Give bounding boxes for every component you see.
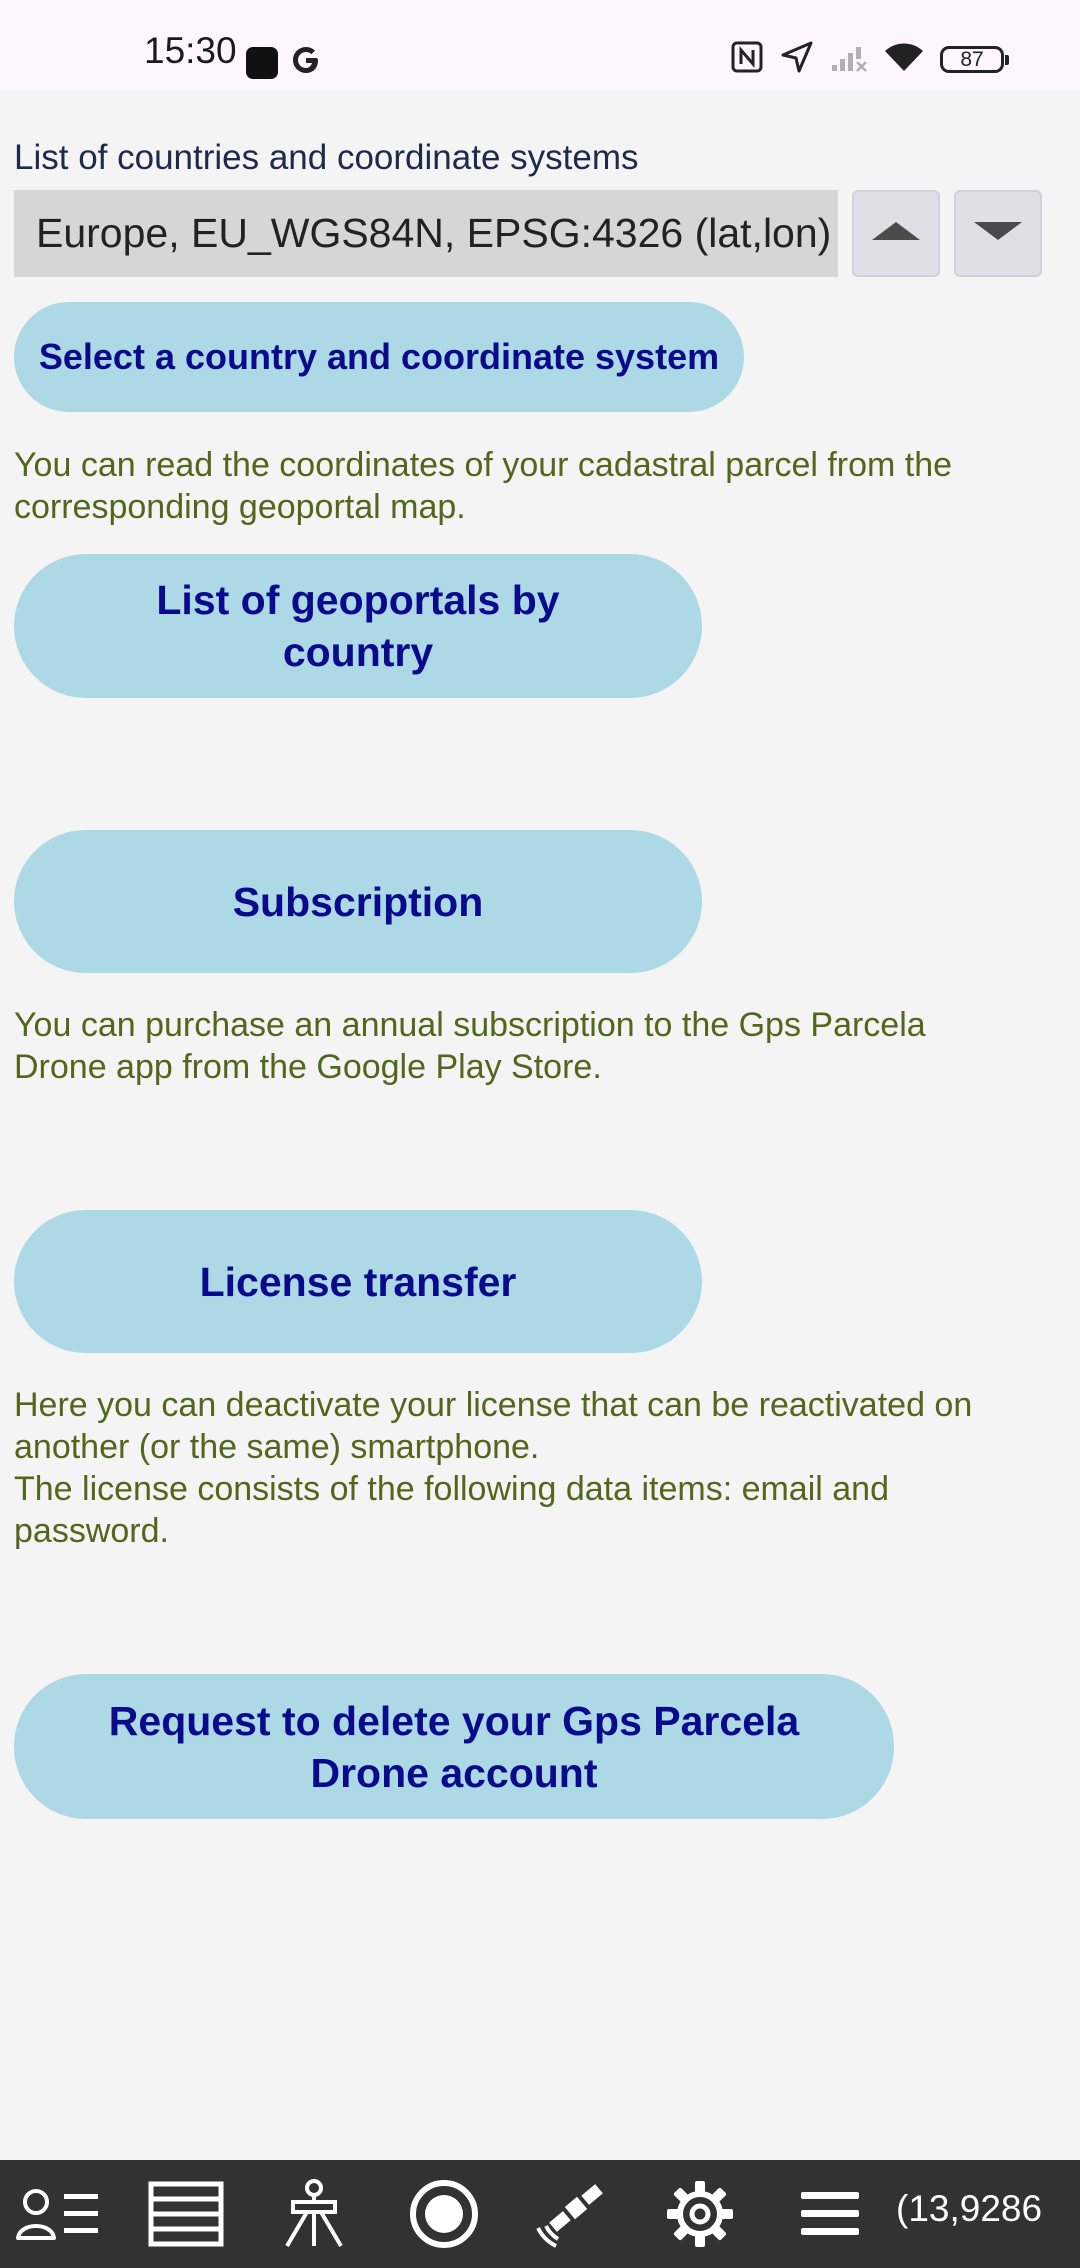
geoportal-info-text: You can read the coordinates of your cad… [14,446,953,526]
status-right-icons: 87 [730,40,1009,79]
location-arrow-icon [780,40,814,79]
triangle-up-icon [870,220,922,247]
triangle-down-icon [972,220,1024,247]
coordinates-readout: (13,9286 [896,2188,1043,2229]
coordinate-system-select[interactable]: Europe, EU_WGS84N, EPSG:4326 (lat,lon) [14,190,838,277]
notification-square-icon [246,46,278,79]
menu-icon[interactable] [780,2170,880,2258]
geoportals-list-button[interactable]: List of geoportals by country [14,554,702,698]
status-left-icons [246,44,322,81]
scroll-down-button[interactable] [954,190,1042,277]
surveyor-tripod-icon[interactable] [264,2170,364,2258]
delete-account-button[interactable]: Request to delete your Gps Parcela Drone… [14,1674,894,1819]
layers-list-icon[interactable] [136,2170,236,2258]
geoportals-list-label: List of geoportals by country [156,577,560,675]
satellite-icon[interactable] [522,2170,622,2258]
record-circle-icon[interactable] [394,2170,494,2258]
battery-icon: 87 [940,46,1009,73]
coordinate-systems-label: List of countries and coordinate systems [14,138,639,177]
google-g-icon [290,44,322,81]
battery-level: 87 [960,47,984,71]
license-transfer-button[interactable]: License transfer [14,1210,702,1353]
delete-account-label: Request to delete your Gps Parcela Drone… [108,1697,800,1796]
status-bar: 15:30 87 [0,0,1080,90]
settings-gear-icon[interactable] [650,2170,750,2258]
wifi-icon [884,41,924,78]
subscription-info-text: You can purchase an annual subscription … [14,1006,926,1086]
subscription-button[interactable]: Subscription [14,830,702,973]
status-time: 15:30 [144,30,237,71]
no-signal-icon [830,41,868,78]
nfc-icon [730,40,764,79]
license-info-text: Here you can deactivate your license tha… [14,1386,973,1550]
bottom-toolbar: (13,9286 [0,2160,1080,2268]
scroll-up-button[interactable] [852,190,940,277]
user-list-icon[interactable] [8,2170,108,2258]
select-country-button[interactable]: Select a country and coordinate system [14,302,744,412]
